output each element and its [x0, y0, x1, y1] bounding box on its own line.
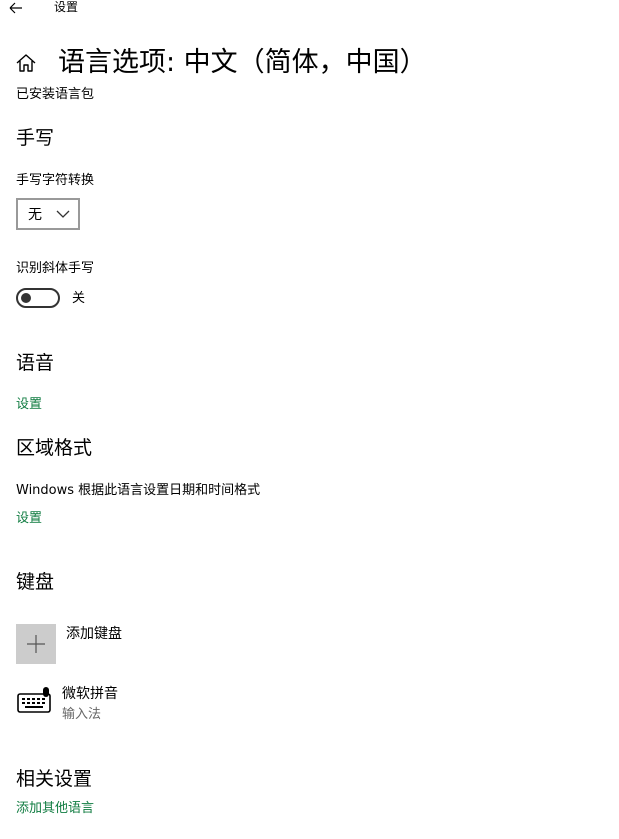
chevron-down-icon [56, 210, 70, 218]
arrow-left-icon [9, 2, 22, 14]
keyboard-icon [16, 686, 52, 716]
keyboard-item-name[interactable]: 微软拼音 [62, 684, 118, 704]
handwriting-heading: 手写 [16, 127, 55, 149]
page-title: 语言选项: 中文（简体，中国） [58, 47, 427, 78]
add-keyboard-label[interactable]: 添加键盘 [66, 624, 122, 644]
app-title: 设置 [54, 0, 79, 14]
add-keyboard-button[interactable] [16, 624, 56, 664]
toggle-knob [21, 293, 31, 303]
home-button[interactable] [14, 51, 38, 75]
italic-handwriting-toggle[interactable] [16, 288, 60, 308]
keyboard-item-type: 输入法 [62, 707, 102, 722]
installed-status: 已安装语言包 [16, 87, 95, 102]
handwriting-conversion-dropdown[interactable]: 无 [16, 198, 80, 230]
related-settings-heading: 相关设置 [16, 768, 93, 790]
speech-settings-link[interactable]: 设置 [16, 396, 42, 414]
keyboard-heading: 键盘 [16, 571, 55, 593]
handwriting-conversion-label: 手写字符转换 [16, 173, 95, 188]
region-format-heading: 区域格式 [16, 437, 93, 459]
plus-icon [27, 635, 45, 653]
home-icon [16, 54, 36, 72]
speech-heading: 语音 [16, 352, 55, 374]
region-format-description: Windows 根据此语言设置日期和时间格式 [16, 483, 261, 498]
italic-handwriting-label: 识别斜体手写 [16, 261, 95, 276]
add-language-link[interactable]: 添加其他语言 [16, 800, 94, 818]
region-settings-link[interactable]: 设置 [16, 510, 42, 528]
dropdown-value: 无 [28, 207, 42, 223]
back-button[interactable] [0, 0, 32, 16]
toggle-state-label: 关 [72, 291, 86, 306]
